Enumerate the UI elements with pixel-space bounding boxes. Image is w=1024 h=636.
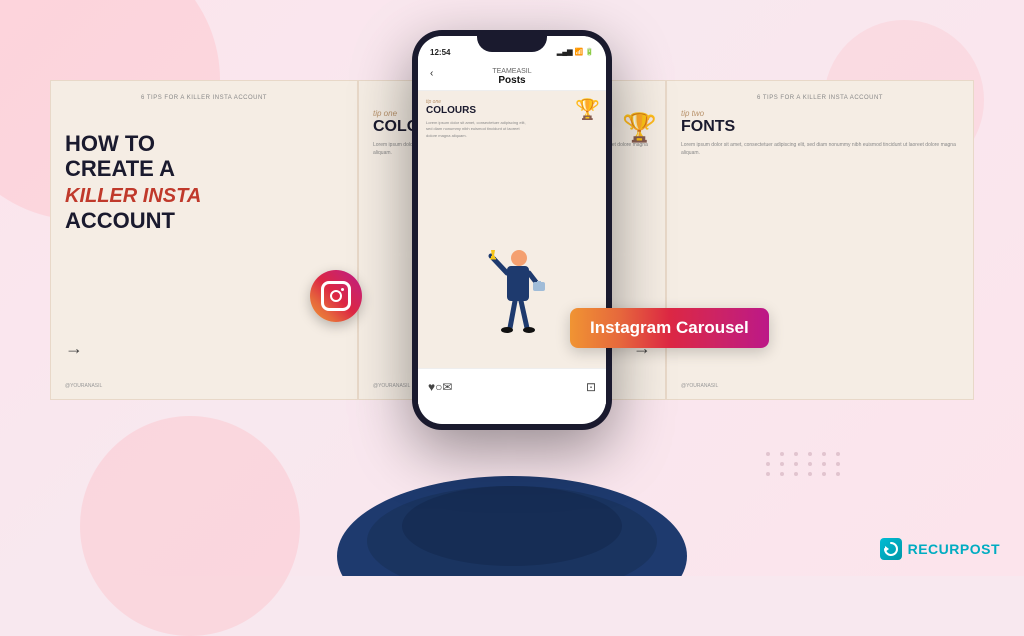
instagram-icon-badge xyxy=(310,270,362,322)
recurpost-logo: RECURPOST xyxy=(880,538,1000,560)
phone-slide-preview: tip one COLOURS Lorem ipsum dolor sit am… xyxy=(418,91,606,404)
phone-bookmark-icon[interactable]: ⊡ xyxy=(586,380,596,394)
phone-section-label: Posts xyxy=(430,75,594,86)
slide-3-tip-body: Lorem ipsum dolor sit amet, consectetuer… xyxy=(681,142,959,157)
slide-2-footer: @YOURANASIL xyxy=(373,383,410,389)
dot-grid-right xyxy=(766,452,844,476)
slide-3-footer: @YOURANASIL xyxy=(681,383,718,389)
phone-tip-title: COLOURS xyxy=(426,105,598,116)
phone-notch xyxy=(477,30,547,52)
recurpost-icon xyxy=(880,538,902,560)
carousel-slide-1: 6 TIPS FOR A KILLER INSTA ACCOUNT HOW TO… xyxy=(50,80,358,400)
phone-heart-icon[interactable]: ♥ xyxy=(428,380,435,394)
slide-3-header: 6 TIPS FOR A KILLER INSTA ACCOUNT xyxy=(681,95,959,101)
phone-status-icons: ▂▄▆ 📶 🔋 xyxy=(557,48,594,56)
battery-icon: 🔋 xyxy=(585,48,594,56)
slide-1-killer: killer insta xyxy=(65,185,201,207)
phone-back-button[interactable]: ‹ xyxy=(430,68,433,79)
slide-1-header: 6 TIPS FOR A KILLER INSTA ACCOUNT xyxy=(65,95,343,101)
signal-icon: ▂▄▆ xyxy=(557,48,573,56)
phone-mockup: 12:54 ▂▄▆ 📶 🔋 ‹ TEAMEASIL Posts tip one … xyxy=(412,30,612,430)
instagram-lens-dot xyxy=(341,288,344,291)
person-illustration xyxy=(477,238,547,368)
slide-1-arrow: → xyxy=(65,338,83,359)
phone-comment-icon[interactable]: ○ xyxy=(435,380,442,394)
phone-action-bar: ♥ ○ ✉ ⊡ xyxy=(418,368,606,404)
phone-slide-content: tip one COLOURS Lorem ipsum dolor sit am… xyxy=(418,91,606,404)
carousel-label: Instagram Carousel xyxy=(570,308,769,348)
recurpost-name: RECURPOST xyxy=(908,541,1000,557)
carousel-slide-3: 6 TIPS FOR A KILLER INSTA ACCOUNT tip tw… xyxy=(666,80,974,400)
slide-3-tip-title: FONTS xyxy=(681,118,959,136)
instagram-icon-inner xyxy=(321,281,351,311)
phone-ig-header: ‹ TEAMEASIL Posts xyxy=(418,64,606,91)
slide-1-footer: @YOURANASIL xyxy=(65,383,102,389)
decorative-circle-bottom xyxy=(80,416,300,636)
slide-1-main-text: HOW TOCREATE Akiller instaACCOUNT xyxy=(65,131,343,233)
wifi-icon: 📶 xyxy=(575,48,584,56)
slide-3-tip-label: tip two xyxy=(681,109,959,118)
phone-time: 12:54 xyxy=(430,48,450,57)
instagram-camera-circle xyxy=(330,290,342,302)
trophy-icon: 🏆 xyxy=(622,111,657,144)
phone-tip-body: Lorem ipsum dolor sit amet, consectetuer… xyxy=(426,120,529,139)
phone-trophy-icon: 🏆 xyxy=(575,97,600,122)
phone-username: TEAMEASIL xyxy=(430,68,594,75)
phone-screen: 12:54 ▂▄▆ 📶 🔋 ‹ TEAMEASIL Posts tip one … xyxy=(418,36,606,424)
phone-share-icon[interactable]: ✉ xyxy=(442,380,452,394)
